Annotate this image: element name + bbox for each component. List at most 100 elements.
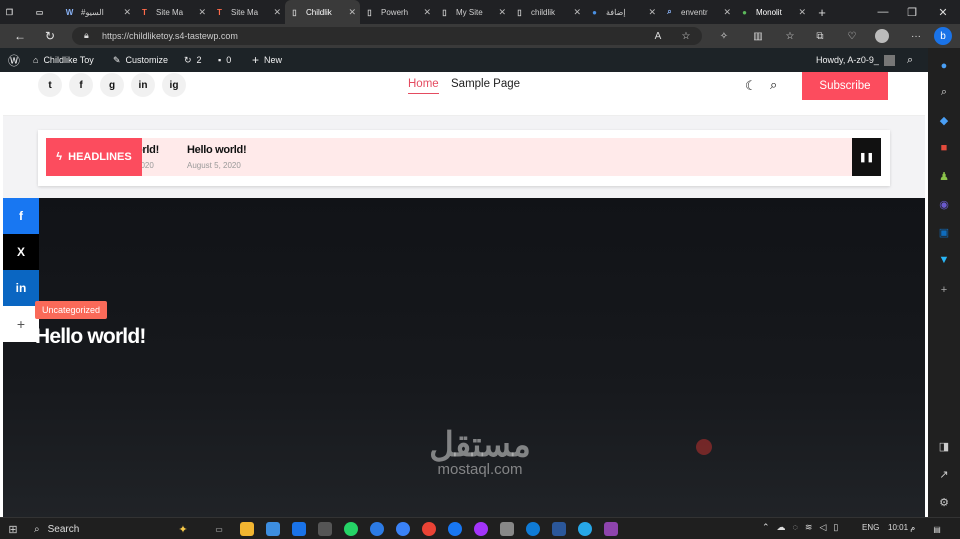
- browser-tab-active[interactable]: ▯ Childlik ✕: [285, 0, 360, 24]
- search-icon[interactable]: ⌕: [936, 84, 952, 100]
- browser-essentials-icon[interactable]: ♡: [844, 28, 860, 44]
- notifications-icon[interactable]: ●: [936, 58, 952, 74]
- zoom-icon[interactable]: [396, 522, 410, 536]
- share-more-icon[interactable]: +: [3, 306, 39, 342]
- hide-sidebar-icon[interactable]: ◨: [936, 438, 952, 454]
- linkedin-icon[interactable]: in: [131, 73, 155, 97]
- close-icon[interactable]: ✕: [573, 7, 581, 18]
- open-external-icon[interactable]: ↗: [936, 466, 952, 482]
- notification-center-icon[interactable]: ▤: [930, 522, 944, 536]
- browser-tab[interactable]: T Site Ma ✕: [210, 0, 285, 24]
- chevron-up-icon[interactable]: ⌃: [762, 522, 770, 533]
- browser-tab[interactable]: ▯ Powerh ✕: [360, 0, 435, 24]
- tab-actions-button[interactable]: ▭: [30, 0, 60, 24]
- start-windows-icon[interactable]: ⊞: [6, 522, 20, 536]
- browser-tab[interactable]: ⌕ enventr ✕: [660, 0, 735, 24]
- nav-sample-page[interactable]: Sample Page: [451, 78, 520, 90]
- bing-copilot-icon[interactable]: b: [934, 27, 952, 45]
- refresh-icon[interactable]: ↻: [42, 28, 58, 44]
- wordpress-logo-icon[interactable]: Ⓦ: [8, 48, 20, 72]
- add-sidebar-app-icon[interactable]: +: [936, 282, 952, 298]
- app-icon[interactable]: [500, 522, 514, 536]
- customize-link[interactable]: ✎ Customize: [113, 48, 168, 72]
- games-icon[interactable]: ♟: [936, 168, 952, 184]
- close-icon[interactable]: ✕: [423, 7, 431, 18]
- dark-mode-moon-icon[interactable]: ☾: [745, 78, 757, 94]
- battery-icon[interactable]: ▯: [833, 522, 838, 533]
- browser-tab[interactable]: ● Monolit ✕: [735, 0, 810, 24]
- extensions-icon[interactable]: ✧: [716, 28, 732, 44]
- collections-icon[interactable]: ⧉: [812, 28, 828, 44]
- site-name-link[interactable]: ⌂ Childlike Toy: [33, 48, 94, 72]
- app-icon[interactable]: [318, 522, 332, 536]
- close-icon[interactable]: ✕: [273, 7, 281, 18]
- workspaces-button[interactable]: ❐: [0, 0, 30, 24]
- app-icon[interactable]: [370, 522, 384, 536]
- close-icon[interactable]: ✕: [498, 7, 506, 18]
- chrome-icon[interactable]: [422, 522, 436, 536]
- hero-post-title[interactable]: Hello world!: [35, 325, 146, 349]
- cloud-icon[interactable]: ☁: [777, 522, 786, 533]
- telegram-icon[interactable]: [578, 522, 592, 536]
- search-icon[interactable]: ⌕: [770, 77, 777, 93]
- back-icon[interactable]: ←: [12, 28, 28, 44]
- browser-tab[interactable]: ● إضافة ✕: [585, 0, 660, 24]
- window-close-icon[interactable]: ✕: [928, 0, 958, 24]
- share-linkedin-icon[interactable]: in: [3, 270, 39, 306]
- more-icon[interactable]: ···: [908, 28, 924, 44]
- close-icon[interactable]: ✕: [348, 7, 356, 18]
- url-input[interactable]: 🔒︎ https://childliketoy.s4-tastewp.com: [72, 27, 702, 45]
- messenger-icon[interactable]: [474, 522, 488, 536]
- whatsapp-icon[interactable]: [344, 522, 358, 536]
- browser-tab[interactable]: ▯ My Site ✕: [435, 0, 510, 24]
- close-icon[interactable]: ✕: [648, 7, 656, 18]
- admin-search-icon[interactable]: ⌕: [907, 48, 913, 72]
- close-icon[interactable]: ✕: [723, 7, 731, 18]
- howdy-account[interactable]: Howdy, A-z0-9_: [816, 48, 895, 72]
- pause-button[interactable]: ❚❚: [852, 138, 881, 176]
- taskbar-search[interactable]: ⌕ Search: [34, 522, 79, 536]
- subscribe-button[interactable]: Subscribe: [802, 72, 888, 100]
- meet-now-icon[interactable]: ◌: [793, 522, 798, 533]
- browser-tab[interactable]: ▯ childlik ✕: [510, 0, 585, 24]
- split-screen-icon[interactable]: ▥: [750, 28, 766, 44]
- task-view-icon[interactable]: ▭: [212, 522, 226, 536]
- favorite-star-icon[interactable]: ☆: [678, 28, 694, 44]
- comments-link[interactable]: ▪ 0: [218, 48, 231, 72]
- microsoft-365-icon[interactable]: ◉: [936, 196, 952, 212]
- close-icon[interactable]: ✕: [798, 7, 806, 18]
- twitter-icon[interactable]: t: [38, 73, 62, 97]
- favorites-icon[interactable]: ☆: [782, 28, 798, 44]
- drop-icon[interactable]: ▼: [936, 252, 952, 268]
- browser-tab[interactable]: W #السيو ✕: [60, 0, 135, 24]
- facebook-icon[interactable]: f: [69, 73, 93, 97]
- github-icon[interactable]: g: [100, 73, 124, 97]
- language-indicator[interactable]: ENG: [862, 523, 879, 532]
- read-aloud-icon[interactable]: A: [650, 28, 666, 44]
- mail-icon[interactable]: [292, 522, 306, 536]
- ticker-item[interactable]: Hello world! August 5, 2020: [187, 144, 247, 170]
- facebook-icon[interactable]: [448, 522, 462, 536]
- nav-home[interactable]: Home: [408, 78, 439, 94]
- word-icon[interactable]: [552, 522, 566, 536]
- settings-gear-icon[interactable]: ⚙: [936, 494, 952, 510]
- instagram-icon[interactable]: ig: [162, 73, 186, 97]
- category-badge[interactable]: Uncategorized: [35, 301, 108, 319]
- wifi-icon[interactable]: ≋: [805, 522, 813, 533]
- volume-icon[interactable]: ◁: [819, 522, 826, 533]
- clock[interactable]: 10:01 م: [888, 523, 915, 532]
- file-explorer-icon[interactable]: [240, 522, 254, 536]
- share-facebook-icon[interactable]: f: [3, 198, 39, 234]
- updates-link[interactable]: ↻ 2: [184, 48, 202, 72]
- close-icon[interactable]: ✕: [123, 7, 131, 18]
- copilot-sparkle-icon[interactable]: ✦: [176, 522, 190, 536]
- outlook-icon[interactable]: ▣: [936, 224, 952, 240]
- minimize-icon[interactable]: —: [868, 0, 898, 24]
- new-content-link[interactable]: + New: [252, 48, 282, 72]
- shopping-tag-icon[interactable]: ◆: [936, 112, 952, 128]
- close-icon[interactable]: ✕: [198, 7, 206, 18]
- tools-icon[interactable]: ■: [936, 140, 952, 156]
- app-icon[interactable]: [604, 522, 618, 536]
- profile-avatar-icon[interactable]: [874, 28, 890, 44]
- store-icon[interactable]: [266, 522, 280, 536]
